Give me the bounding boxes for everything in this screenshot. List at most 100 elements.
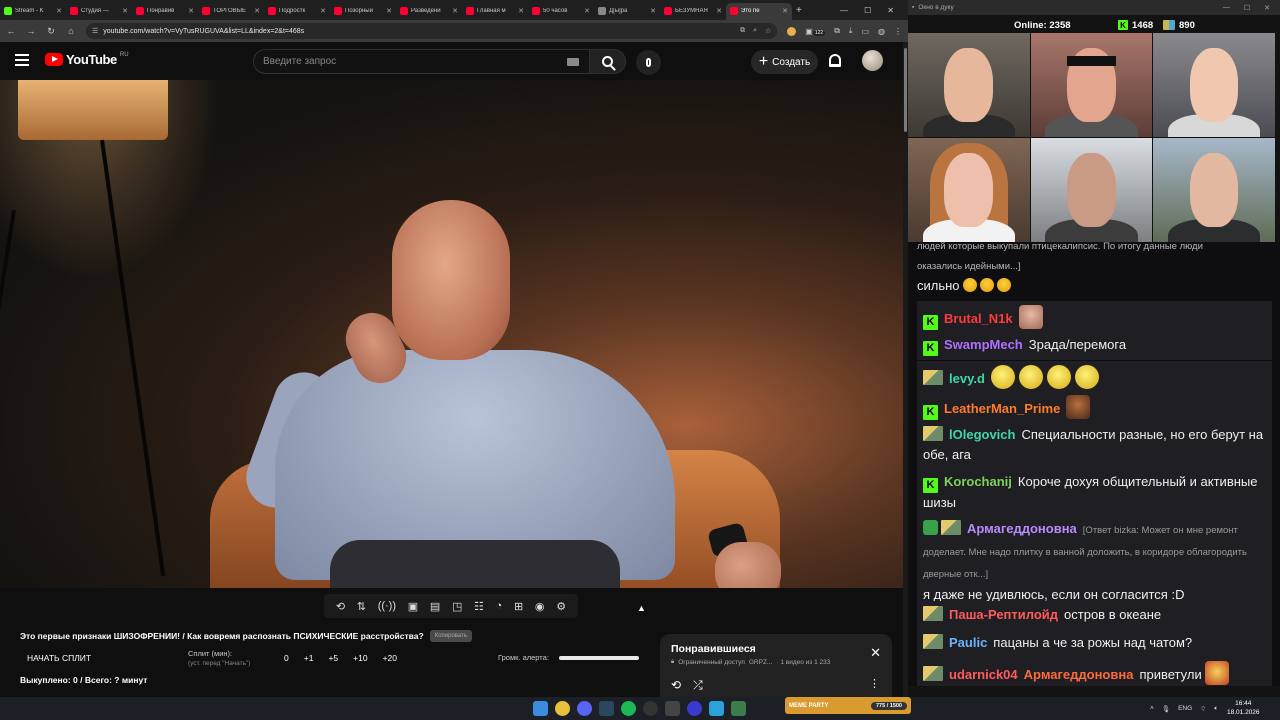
add-to-playlist-icon[interactable]: ⊞ xyxy=(514,600,523,613)
back-icon[interactable]: ← xyxy=(6,26,16,36)
maximize-icon[interactable]: ☐ xyxy=(864,6,871,15)
voice-search-button[interactable] xyxy=(636,50,661,75)
microphone-tray-icon[interactable]: 🎙︎ xyxy=(1162,705,1170,713)
chat-username[interactable]: SwampMech xyxy=(944,337,1023,352)
chat-panel[interactable]: людей которые выкупали птицекалипсис. По… xyxy=(908,242,1280,686)
bookmark-star-icon[interactable]: ☆ xyxy=(765,27,771,35)
zoom-icon[interactable]: ⌕ xyxy=(753,27,757,35)
tab-close-icon[interactable]: ✕ xyxy=(122,7,128,15)
browser-tab[interactable]: Позорный ✕ xyxy=(330,3,396,20)
chat-username[interactable]: levy.d xyxy=(949,371,985,386)
browser-tab[interactable]: ТОРГОВЫЕ ✕ xyxy=(198,3,264,20)
minimize-icon[interactable]: — xyxy=(1223,4,1230,12)
scrollbar-thumb[interactable] xyxy=(904,48,907,132)
split-add-1-button[interactable]: +1 xyxy=(304,653,314,663)
shuffle-icon[interactable]: ⤮ xyxy=(693,678,703,693)
browser-tab[interactable]: БЕЗУМНАЯ ✕ xyxy=(660,3,726,20)
chat-username[interactable]: Армагеддоновна xyxy=(967,521,1077,536)
menu-kebab-icon[interactable]: ⋮ xyxy=(894,27,902,36)
obs-icon[interactable] xyxy=(643,701,658,716)
extension-badge-icon[interactable]: ▣ 122 xyxy=(805,27,826,36)
keyboard-icon[interactable] xyxy=(567,58,579,66)
browser-tab[interactable]: Подростк ✕ xyxy=(264,3,330,20)
screenshot-camera-icon[interactable]: ◉ xyxy=(535,600,545,613)
browser-tab[interactable]: 50 часов ✕ xyxy=(528,3,594,20)
steam-icon[interactable] xyxy=(599,701,614,716)
avatar[interactable] xyxy=(862,50,883,71)
youtube-logo[interactable]: YouTube RU xyxy=(45,52,129,67)
close-icon[interactable]: ✕ xyxy=(887,6,894,15)
media-player-icon[interactable] xyxy=(687,701,702,716)
close-playlist-icon[interactable]: ✕ xyxy=(870,646,881,659)
new-tab-button[interactable]: + xyxy=(796,5,802,16)
tab-close-icon[interactable]: ✕ xyxy=(56,7,62,15)
settings-gear-icon[interactable]: ⚙ xyxy=(556,600,566,613)
broadcast-icon[interactable]: ((·)) xyxy=(378,600,396,612)
site-info-icon[interactable]: ☰ xyxy=(92,27,98,35)
meme-party-widget[interactable]: MEME PARTY 775 / 1500 xyxy=(785,697,911,714)
home-icon[interactable]: ⌂ xyxy=(66,26,76,36)
playlist-owner[interactable]: GRPZ... xyxy=(749,659,772,666)
reload-icon[interactable]: ↻ xyxy=(46,26,56,37)
alert-volume-slider[interactable] xyxy=(559,656,639,660)
notifications-bell-icon[interactable] xyxy=(829,54,841,67)
close-icon[interactable]: ✕ xyxy=(1264,4,1270,12)
chat-mention[interactable]: Армагеддоновна xyxy=(1024,667,1134,682)
sort-arrows-icon[interactable]: ⇅ xyxy=(357,600,366,613)
url-field[interactable]: ☰ youtube.com/watch?v=VyTusRUGUVA&list=L… xyxy=(86,23,778,39)
chat-username[interactable]: Korochanij xyxy=(944,474,1012,489)
browser-tab[interactable]: Stream - K ✕ xyxy=(0,3,66,20)
start-windows-icon[interactable] xyxy=(533,701,548,716)
minimize-icon[interactable]: — xyxy=(840,6,848,15)
start-split-button[interactable]: НАЧАТЬ СПЛИТ xyxy=(27,653,91,663)
tab-close-icon[interactable]: ✕ xyxy=(386,7,392,15)
tray-chevron-icon[interactable]: ˄ xyxy=(1150,705,1154,712)
resize-icon[interactable]: ◳ xyxy=(452,600,462,613)
spotify-icon[interactable] xyxy=(621,701,636,716)
chrome-icon[interactable] xyxy=(555,701,570,716)
copy-title-button[interactable]: Копировать xyxy=(429,630,473,642)
chat-username[interactable]: Paulic xyxy=(949,635,987,650)
install-icon[interactable]: ⧉ xyxy=(740,27,745,35)
search-button[interactable] xyxy=(589,49,626,74)
menu-hamburger-icon[interactable] xyxy=(15,54,29,66)
video-settings-icon[interactable]: ▣ xyxy=(408,600,418,613)
tab-close-icon[interactable]: ✕ xyxy=(320,7,326,15)
playlist-title[interactable]: Понравившиеся xyxy=(671,643,881,655)
extension-icon[interactable] xyxy=(787,26,797,36)
extensions-puzzle-icon[interactable]: ⧉ xyxy=(834,26,840,36)
profile-icon[interactable]: ◍ xyxy=(878,27,885,36)
tab-close-icon[interactable]: ✕ xyxy=(650,7,656,15)
language-indicator[interactable]: ENG xyxy=(1178,705,1192,712)
maximize-icon[interactable]: ☐ xyxy=(1244,4,1250,12)
tab-close-icon[interactable]: ✕ xyxy=(254,7,260,15)
create-button[interactable]: + Создать xyxy=(751,50,818,74)
browser-tab[interactable]: Понравив ✕ xyxy=(132,3,198,20)
downloads-icon[interactable]: ⤓ xyxy=(849,26,853,36)
chat-username[interactable]: LeatherMan_Prime xyxy=(944,401,1060,416)
tab-close-icon[interactable]: ✕ xyxy=(782,7,788,15)
repeat-icon[interactable]: ⟲ xyxy=(671,678,681,693)
split-add-10-button[interactable]: +10 xyxy=(353,653,367,663)
tab-close-icon[interactable]: ✕ xyxy=(584,7,590,15)
app-icon[interactable] xyxy=(731,701,746,716)
split-add-5-button[interactable]: +5 xyxy=(328,653,338,663)
browser-tab[interactable]: Студия — ✕ xyxy=(66,3,132,20)
network-icon[interactable]: ⌔ xyxy=(1200,704,1206,713)
telegram-icon[interactable] xyxy=(709,701,724,716)
browser-tab[interactable]: Это пе ✕ xyxy=(726,2,792,20)
browser-tab[interactable]: Главная м ✕ xyxy=(462,3,528,20)
queue-icon[interactable]: ☷ xyxy=(474,600,484,613)
browser-tab[interactable]: Д[ы]ра ✕ xyxy=(594,3,660,20)
chat-username[interactable]: lOlegovich xyxy=(949,427,1015,442)
app-icon[interactable] xyxy=(665,701,680,716)
film-strip-icon[interactable]: ▤ xyxy=(430,600,440,613)
split-add-20-button[interactable]: +20 xyxy=(383,653,397,663)
tab-close-icon[interactable]: ✕ xyxy=(452,7,458,15)
forward-icon[interactable]: → xyxy=(26,26,36,36)
system-clock[interactable]: 16:44 18.01.2026 xyxy=(1227,699,1260,717)
chat-username[interactable]: Brutal_N1k xyxy=(944,311,1013,326)
chat-username[interactable]: Паша-Рептилойд xyxy=(949,607,1058,622)
speed-icon[interactable]: ◔ xyxy=(496,600,503,612)
cast-icon[interactable]: ▭ xyxy=(861,27,869,36)
